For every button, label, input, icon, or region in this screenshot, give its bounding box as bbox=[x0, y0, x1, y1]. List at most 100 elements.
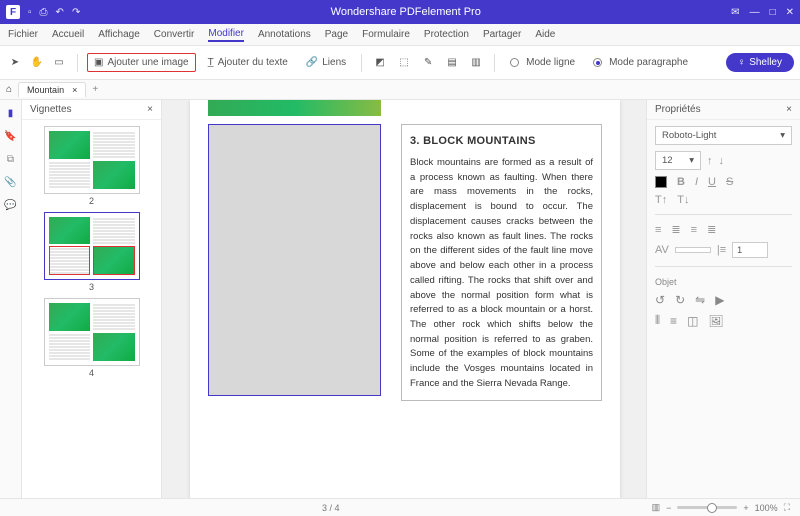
crop-icon[interactable]: ◩ bbox=[371, 54, 389, 72]
document-tab[interactable]: Mountain × bbox=[18, 82, 86, 97]
distribute-h-icon[interactable]: ⫴ bbox=[655, 313, 660, 328]
thumb-num-3: 3 bbox=[89, 282, 94, 292]
align-justify-icon[interactable]: ≣ bbox=[707, 223, 716, 236]
align-right-icon[interactable]: ≡ bbox=[691, 224, 697, 236]
italic-icon[interactable]: I bbox=[695, 176, 698, 188]
decrease-size-icon[interactable]: ↓ bbox=[719, 155, 725, 167]
menu-modifier[interactable]: Modifier bbox=[208, 28, 244, 42]
rotate-right-icon[interactable]: ↻ bbox=[675, 293, 685, 307]
font-family-select[interactable]: Roboto-Light ▾ bbox=[655, 126, 792, 145]
mode-line-radio[interactable]: Mode ligne bbox=[504, 54, 581, 71]
toolbar: ➤ ✋ ▭ ▣ Ajouter une image T̲ Ajouter du … bbox=[0, 46, 800, 80]
add-image-label: Ajouter une image bbox=[107, 57, 188, 68]
align-obj-icon[interactable]: ◫ bbox=[687, 314, 698, 328]
pointer-icon[interactable]: ➤ bbox=[6, 54, 24, 72]
mail-icon[interactable]: ✉ bbox=[731, 7, 739, 18]
redo-icon[interactable]: ↷ bbox=[72, 7, 80, 18]
left-rail: ▮ 🔖 ⧉ 📎 💬 bbox=[0, 100, 22, 498]
app-logo: F bbox=[6, 5, 20, 19]
align-left-icon[interactable]: ≡ bbox=[655, 224, 661, 236]
edit-icon[interactable]: ✎ bbox=[419, 54, 437, 72]
tab-close-icon[interactable]: × bbox=[72, 85, 77, 95]
zoom-slider[interactable] bbox=[677, 506, 737, 509]
select-icon[interactable]: ▭ bbox=[50, 54, 68, 72]
thumbnail-page-2[interactable]: 2 bbox=[44, 126, 140, 206]
menu-affichage[interactable]: Affichage bbox=[98, 29, 140, 40]
footer-icon[interactable]: ▥ bbox=[467, 54, 485, 72]
header-icon[interactable]: ▤ bbox=[443, 54, 461, 72]
menu-annotations[interactable]: Annotations bbox=[258, 29, 311, 40]
maximize-icon[interactable]: □ bbox=[770, 7, 776, 18]
main-area: ▮ 🔖 ⧉ 📎 💬 Vignettes × 2 3 4 bbox=[0, 100, 800, 498]
home-icon[interactable]: ⌂ bbox=[6, 84, 12, 95]
page-indicator[interactable]: 3 / 4 bbox=[322, 503, 340, 513]
minimize-icon[interactable]: — bbox=[750, 7, 760, 18]
char-spacing-icon: AV bbox=[655, 244, 669, 256]
distribute-v-icon[interactable]: ≡ bbox=[670, 314, 677, 328]
menu-fichier[interactable]: Fichier bbox=[8, 29, 38, 40]
thumbnail-page-4[interactable]: 4 bbox=[44, 298, 140, 378]
view-mode-icon[interactable]: ▥ bbox=[652, 502, 661, 513]
zoom-in-icon[interactable]: + bbox=[743, 503, 748, 513]
menu-convertir[interactable]: Convertir bbox=[154, 29, 195, 40]
app-title: Wondershare PDFelement Pro bbox=[80, 6, 731, 18]
menu-aide[interactable]: Aide bbox=[535, 29, 555, 40]
menu-page[interactable]: Page bbox=[325, 29, 348, 40]
add-text-button[interactable]: T̲ Ajouter du texte bbox=[202, 54, 294, 71]
thumbnails-close-icon[interactable]: × bbox=[147, 104, 153, 115]
pdf-page: 3. BLOCK MOUNTAINS Block mountains are f… bbox=[190, 100, 620, 498]
thumbnail-page-3[interactable]: 3 bbox=[44, 212, 140, 292]
fit-page-icon[interactable]: ⛶ bbox=[784, 502, 790, 513]
block-heading: 3. BLOCK MOUNTAINS bbox=[410, 133, 593, 150]
flip-h-icon[interactable]: ⇋ bbox=[695, 293, 705, 307]
text-block[interactable]: 3. BLOCK MOUNTAINS Block mountains are f… bbox=[401, 124, 602, 401]
attachments-icon[interactable]: 📎 bbox=[4, 177, 16, 188]
superscript-icon[interactable]: T↑ bbox=[655, 194, 667, 206]
save-icon[interactable]: ▫ bbox=[28, 7, 32, 18]
hand-icon[interactable]: ✋ bbox=[28, 54, 46, 72]
char-spacing-input[interactable] bbox=[675, 247, 711, 253]
search-rail-icon[interactable]: ⧉ bbox=[7, 154, 14, 165]
subscript-icon[interactable]: T↓ bbox=[677, 194, 689, 206]
strike-icon[interactable]: S bbox=[726, 176, 733, 188]
zoom-out-icon[interactable]: − bbox=[666, 503, 671, 513]
increase-size-icon[interactable]: ↑ bbox=[707, 155, 713, 167]
status-bar: 3 / 4 ▥ − + 100% ⛶ bbox=[0, 498, 800, 516]
properties-title: Propriétés bbox=[655, 104, 701, 115]
menu-partager[interactable]: Partager bbox=[483, 29, 521, 40]
menu-formulaire[interactable]: Formulaire bbox=[362, 29, 410, 40]
print-icon[interactable]: ⎙ bbox=[40, 7, 48, 18]
block-body: Block mountains are formed as a result o… bbox=[410, 156, 593, 392]
align-center-icon[interactable]: ≣ bbox=[671, 223, 680, 236]
bold-icon[interactable]: B bbox=[677, 176, 685, 188]
chevron-down-icon: ▾ bbox=[689, 155, 694, 166]
user-button[interactable]: ♀ Shelley bbox=[726, 53, 794, 72]
comments-icon[interactable]: 💬 bbox=[4, 200, 16, 211]
add-text-label: Ajouter du texte bbox=[218, 57, 288, 68]
object-section-label: Objet bbox=[655, 277, 792, 287]
page-canvas[interactable]: 3. BLOCK MOUNTAINS Block mountains are f… bbox=[162, 100, 646, 498]
replace-image-icon[interactable]: 🖼 bbox=[708, 314, 723, 328]
underline-icon[interactable]: U bbox=[708, 176, 716, 188]
mode-paragraph-radio[interactable]: Mode paragraphe bbox=[587, 54, 694, 71]
color-swatch[interactable] bbox=[655, 176, 667, 188]
links-button[interactable]: 🔗 Liens bbox=[300, 54, 352, 71]
menu-accueil[interactable]: Accueil bbox=[52, 29, 84, 40]
properties-panel: Propriétés × Roboto-Light ▾ 12▾ ↑ ↓ B I … bbox=[646, 100, 800, 498]
watermark-icon[interactable]: ⬚ bbox=[395, 54, 413, 72]
thumbnails-icon[interactable]: ▮ bbox=[8, 108, 14, 119]
page-header-image[interactable] bbox=[208, 100, 381, 116]
close-icon[interactable]: ✕ bbox=[786, 7, 794, 18]
image-placeholder[interactable] bbox=[208, 124, 381, 396]
rotate-left-icon[interactable]: ↺ bbox=[655, 293, 665, 307]
flip-v-icon[interactable]: ▶ bbox=[715, 293, 724, 307]
font-size-select[interactable]: 12▾ bbox=[655, 151, 701, 170]
undo-icon[interactable]: ↶ bbox=[56, 7, 64, 18]
menu-protection[interactable]: Protection bbox=[424, 29, 469, 40]
add-image-button[interactable]: ▣ Ajouter une image bbox=[87, 53, 196, 72]
zoom-value[interactable]: 100% bbox=[755, 503, 778, 513]
properties-close-icon[interactable]: × bbox=[786, 104, 792, 115]
bookmarks-icon[interactable]: 🔖 bbox=[4, 131, 16, 142]
add-tab-icon[interactable]: + bbox=[92, 84, 98, 95]
line-spacing-input[interactable]: 1 bbox=[732, 242, 768, 258]
